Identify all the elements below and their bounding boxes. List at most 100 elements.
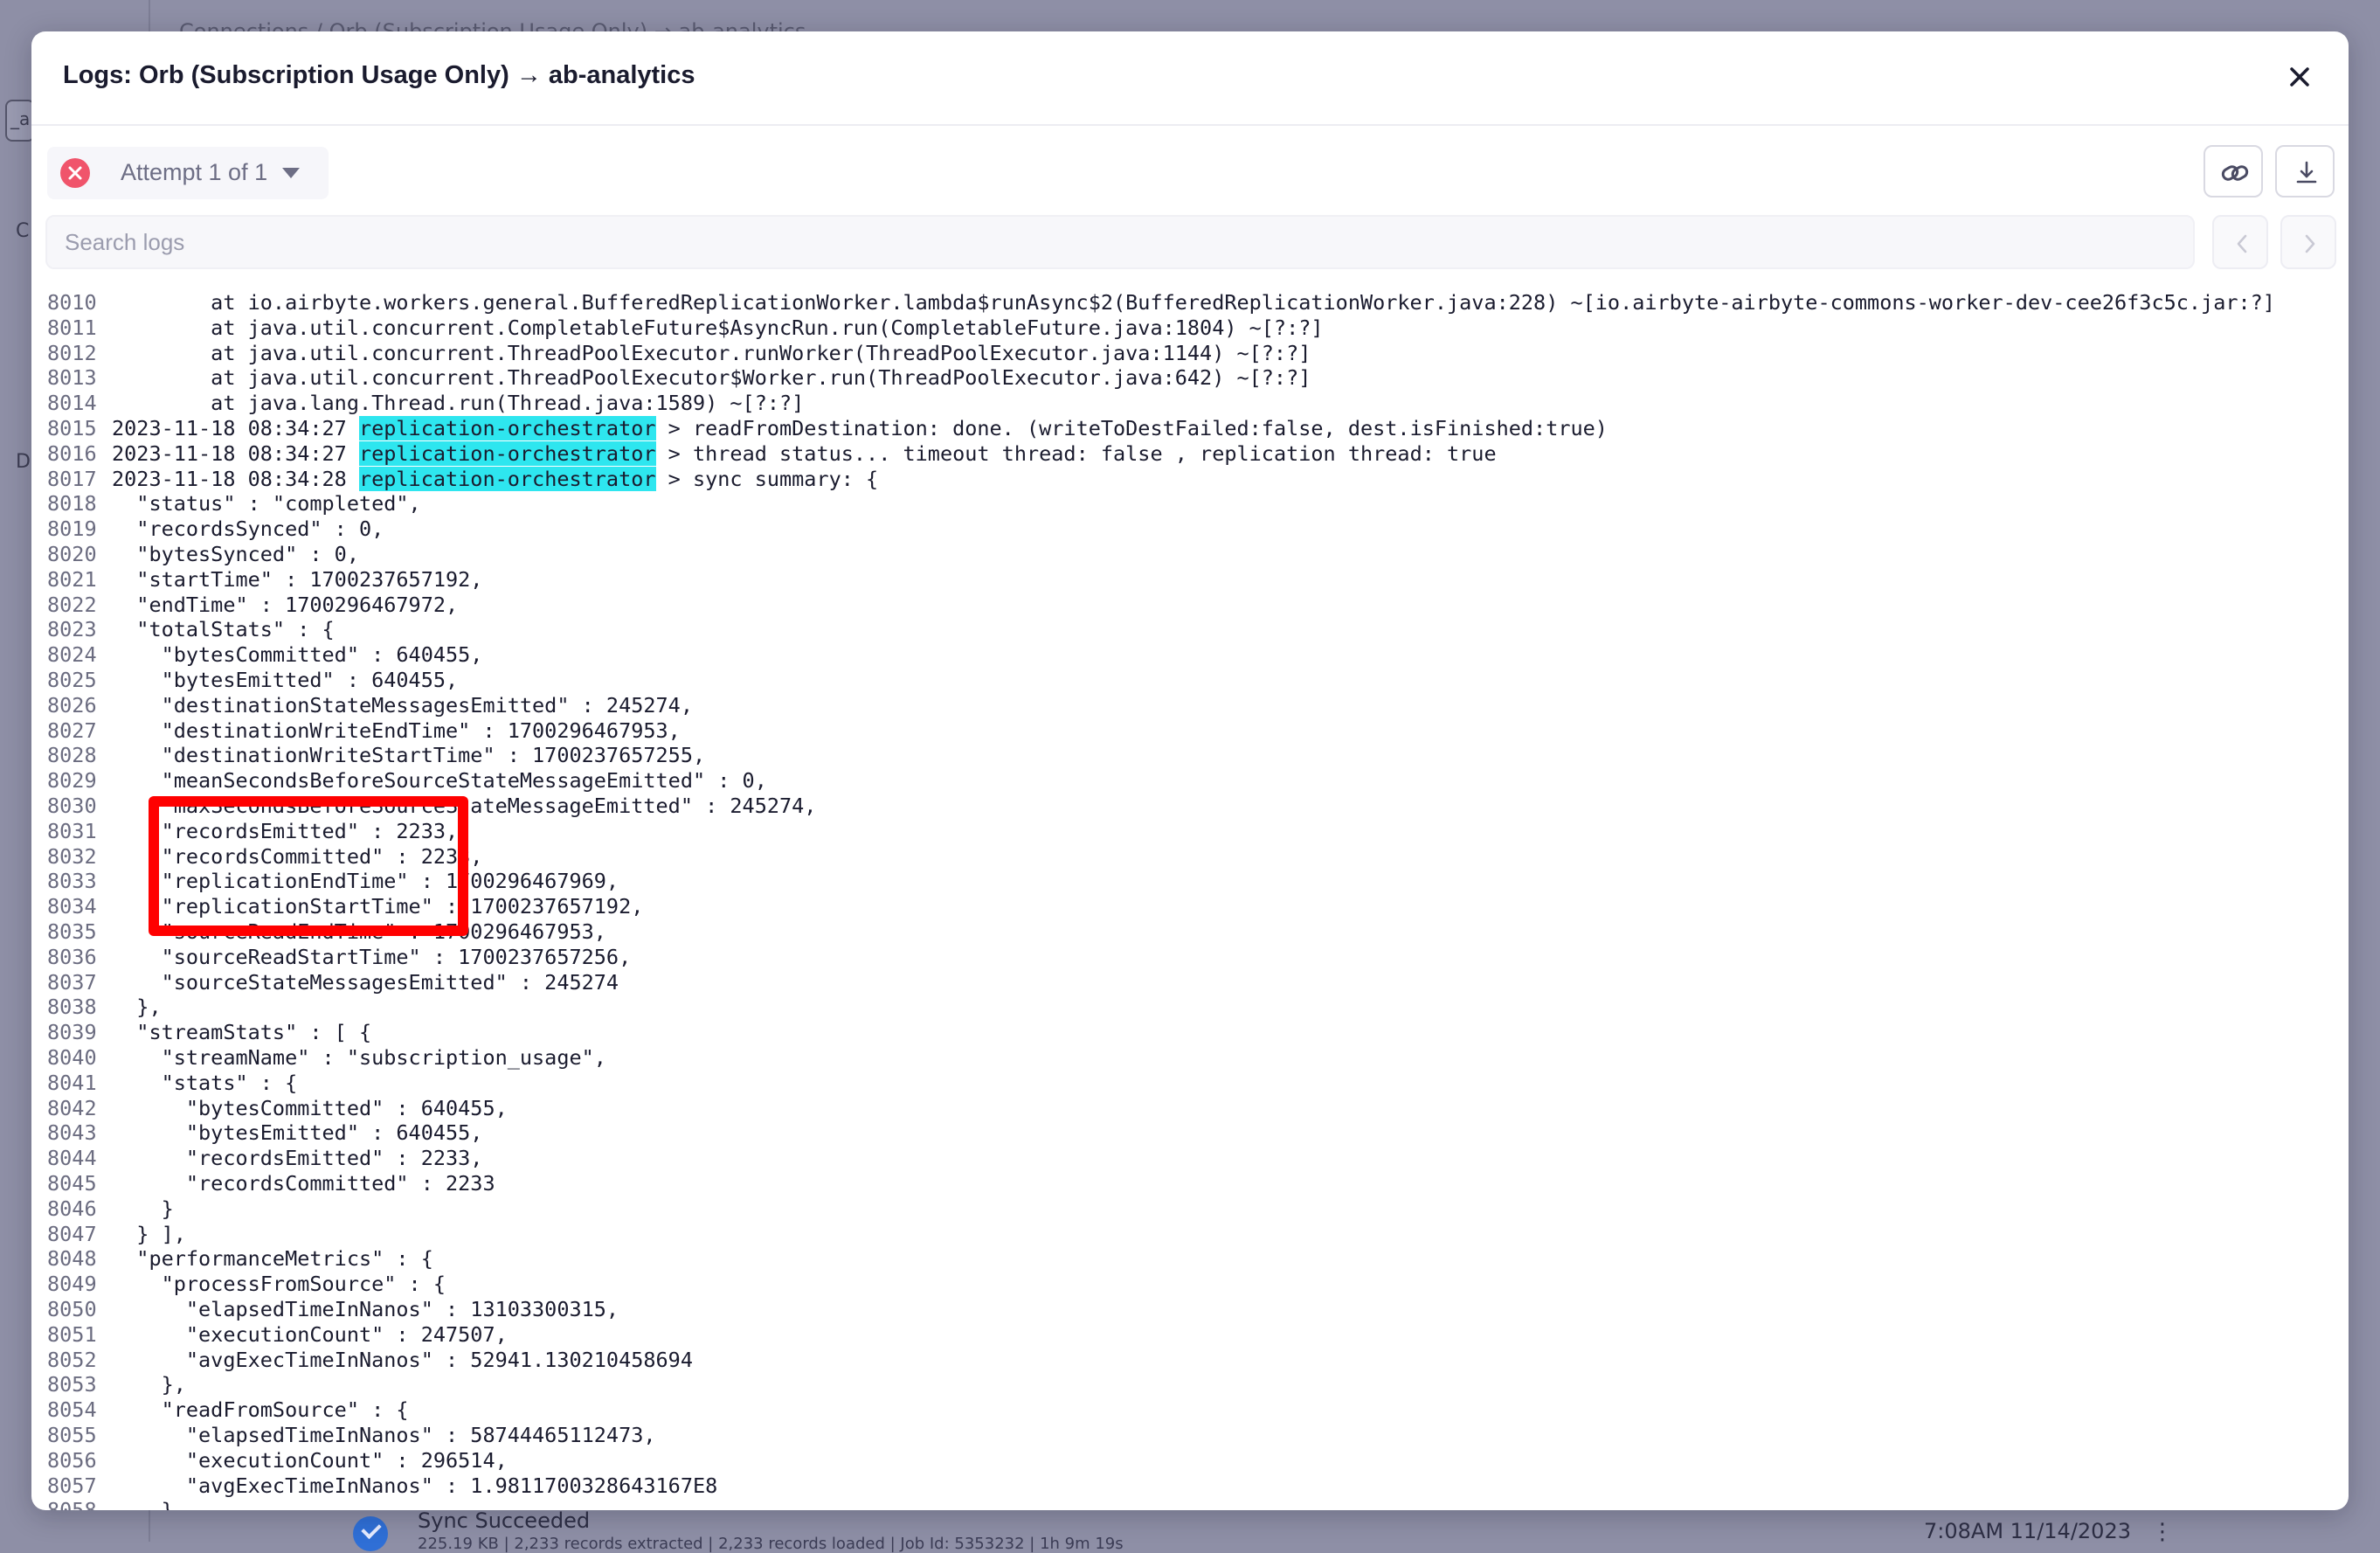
log-line: 8035 "sourceReadEndTime" : 1700296467953…: [31, 919, 2349, 945]
log-line-text: 2023-11-18 08:34:28 replication-orchestr…: [112, 466, 878, 492]
log-line-text: at java.util.concurrent.CompletableFutur…: [112, 315, 1324, 340]
log-line: 8021 "startTime" : 1700237657192,: [31, 567, 2349, 593]
log-line-text: },: [112, 1372, 186, 1397]
log-line-number: 8041: [47, 1070, 97, 1095]
log-line-number: 8013: [47, 365, 97, 391]
log-line-text: "avgExecTimeInNanos" : 1.981170032864316…: [112, 1473, 718, 1498]
next-match-button[interactable]: [2280, 215, 2336, 269]
download-logs-button[interactable]: [2275, 145, 2335, 198]
log-line-text: }: [112, 1196, 174, 1221]
log-line-text: at java.util.concurrent.ThreadPoolExecut…: [112, 365, 1311, 391]
log-line: 8056 "executionCount" : 296514,: [31, 1448, 2349, 1473]
chevron-left-icon: [2237, 234, 2247, 253]
link-icon: [2221, 165, 2249, 181]
log-line-number: 8011: [47, 315, 97, 340]
log-line: 8037 "sourceStateMessagesEmitted" : 2452…: [31, 970, 2349, 995]
log-line: 8042 "bytesCommitted" : 640455,: [31, 1096, 2349, 1121]
log-line: 8029 "meanSecondsBeforeSourceStateMessag…: [31, 768, 2349, 794]
log-line-text: "replicationStartTime" : 1700237657192,: [112, 894, 644, 919]
success-check-icon: [353, 1516, 388, 1551]
log-line-text: },: [112, 995, 162, 1020]
log-line: 8033 "replicationEndTime" : 170029646796…: [31, 869, 2349, 894]
log-line: 8020 "bytesSynced" : 0,: [31, 542, 2349, 567]
log-line-text: "performanceMetrics" : {: [112, 1246, 433, 1272]
log-line-number: 8042: [47, 1095, 97, 1120]
chevron-right-icon: [2305, 234, 2315, 253]
log-line: 8039 "streamStats" : [ {: [31, 1020, 2349, 1045]
log-line-number: 8044: [47, 1146, 97, 1171]
log-line: 8030 "maxSecondsBeforeSourceStateMessage…: [31, 794, 2349, 819]
modal-title: Logs: Orb (Subscription Usage Only) → ab…: [63, 61, 695, 89]
log-line: 8012 at java.util.concurrent.ThreadPoolE…: [31, 341, 2349, 366]
log-line-number: 8010: [47, 290, 97, 315]
log-line: 8051 "executionCount" : 247507,: [31, 1322, 2349, 1348]
log-line-number: 8012: [47, 340, 97, 365]
error-circle-icon: [60, 158, 90, 188]
search-logs-input[interactable]: [45, 215, 2195, 269]
close-button[interactable]: [2280, 58, 2319, 96]
caret-down-icon: [282, 168, 300, 178]
log-line: 8057 "avgExecTimeInNanos" : 1.9811700328…: [31, 1473, 2349, 1499]
log-line-number: 8032: [47, 843, 97, 869]
log-line-number: 8024: [47, 642, 97, 668]
log-line-number: 8014: [47, 391, 97, 416]
log-line: 8014 at java.lang.Thread.run(Thread.java…: [31, 391, 2349, 416]
log-line-number: 8022: [47, 592, 97, 617]
background-sidebar-letter: _a: [10, 108, 31, 129]
log-message: > readFromDestination: done. (writeToDes…: [655, 416, 1608, 440]
log-line-text: "startTime" : 1700237657192,: [112, 566, 483, 592]
log-line-text: "bytesCommitted" : 640455,: [112, 642, 483, 668]
log-line-number: 8025: [47, 668, 97, 692]
log-line: 8015 2023-11-18 08:34:27 replication-orch…: [31, 416, 2349, 441]
log-line-number: 8027: [47, 718, 97, 743]
close-icon: [2290, 67, 2309, 87]
log-line: 8022 "endTime" : 1700296467972,: [31, 593, 2349, 618]
log-line-text: "totalStats" : {: [112, 617, 335, 642]
log-line-number: 8015: [47, 416, 97, 440]
log-line-text: "recordsCommitted" : 2233: [112, 1171, 495, 1196]
log-line-text: "bytesEmitted" : 640455,: [112, 1120, 483, 1146]
log-line: 8046 }: [31, 1196, 2349, 1222]
background-sidebar-letter: D: [16, 451, 31, 473]
background-sidebar-tile: _a: [5, 100, 35, 142]
log-line-number: 8055: [47, 1423, 97, 1447]
log-line-number: 8028: [47, 743, 97, 768]
log-line: 8058 },: [31, 1498, 2349, 1510]
log-line-number: 8046: [47, 1196, 97, 1221]
log-line-number: 8016: [47, 440, 97, 466]
log-line: 8032 "recordsCommitted" : 2233,: [31, 844, 2349, 870]
log-line: 8043 "bytesEmitted" : 640455,: [31, 1120, 2349, 1146]
previous-match-button[interactable]: [2212, 215, 2268, 269]
log-line: 8038 },: [31, 995, 2349, 1020]
log-line: 8034 "replicationStartTime" : 1700237657…: [31, 894, 2349, 919]
log-line: 8050 "elapsedTimeInNanos" : 13103300315,: [31, 1297, 2349, 1322]
log-line-number: 8023: [47, 617, 97, 642]
log-line-number: 8017: [47, 466, 97, 491]
background-sync-status: Sync Succeeded: [418, 1508, 591, 1533]
modal-header: Logs: Orb (Subscription Usage Only) → ab…: [31, 31, 2349, 126]
log-line-text: "replicationEndTime" : 1700296467969,: [112, 869, 619, 894]
log-line: 8028 "destinationWriteStartTime" : 17002…: [31, 743, 2349, 768]
attempt-selector[interactable]: Attempt 1 of 1: [47, 147, 329, 199]
log-line-text: "sourceReadEndTime" : 1700296467953,: [112, 919, 606, 944]
log-line: 8053 },: [31, 1372, 2349, 1397]
log-line: 8017 2023-11-18 08:34:28 replication-orch…: [31, 466, 2349, 492]
log-line-text: at java.util.concurrent.ThreadPoolExecut…: [112, 340, 1311, 365]
log-line-number: 8048: [47, 1246, 97, 1272]
log-line-number: 8018: [47, 491, 97, 517]
attempt-label: Attempt 1 of 1: [121, 159, 268, 185]
log-line: 8026 "destinationStateMessagesEmitted" :…: [31, 693, 2349, 718]
log-line-number: 8038: [47, 995, 97, 1020]
copy-link-button[interactable]: [2204, 145, 2263, 198]
log-line-number: 8031: [47, 818, 97, 843]
background-sidebar-letter: C: [16, 220, 30, 242]
log-line-text: "executionCount" : 296514,: [112, 1447, 508, 1473]
log-line-text: at java.lang.Thread.run(Thread.java:1589…: [112, 391, 805, 416]
log-line: 8040 "streamName" : "subscription_usage"…: [31, 1045, 2349, 1071]
logs-modal: Logs: Orb (Subscription Usage Only) → ab…: [31, 31, 2349, 1510]
log-line: 8054 "readFromSource" : {: [31, 1397, 2349, 1423]
log-line-number: 8019: [47, 517, 97, 542]
log-line: 8023 "totalStats" : {: [31, 617, 2349, 642]
log-viewer[interactable]: 8010 at io.airbyte.workers.general.Buffe…: [31, 276, 2349, 1510]
log-line-text: "elapsedTimeInNanos" : 13103300315,: [112, 1297, 619, 1321]
